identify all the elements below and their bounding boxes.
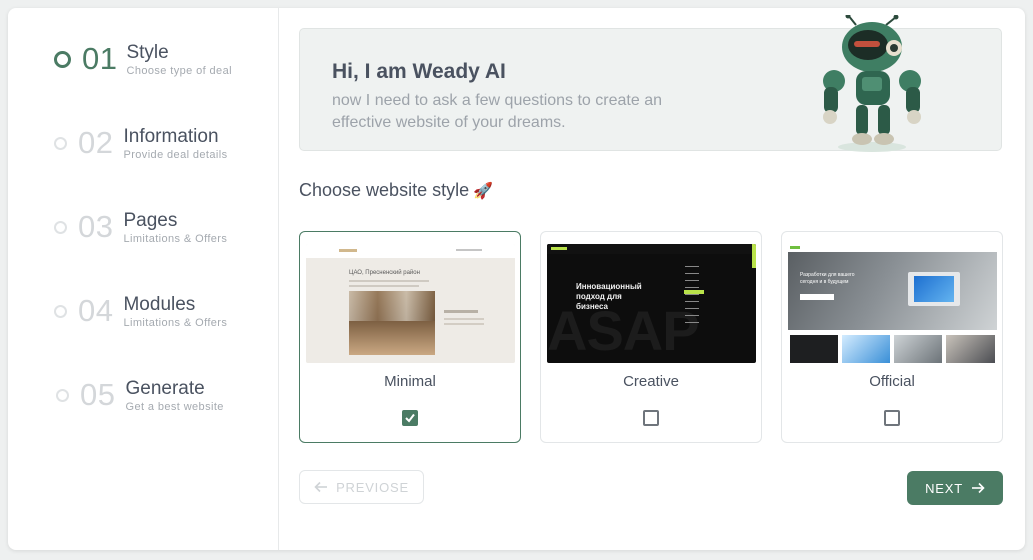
step-indicator-icon xyxy=(56,388,69,402)
official-preview-image: Разработки для вашего сегодня и в будуще… xyxy=(788,244,997,363)
arrow-right-icon xyxy=(971,482,985,494)
step-title: Information xyxy=(123,125,219,147)
steps-sidebar: 01 Style Choose type of deal 02 Informat… xyxy=(8,8,279,550)
step-subtitle: Choose type of deal xyxy=(126,64,232,77)
choose-style-heading: Choose website style 🚀 xyxy=(299,180,493,201)
step-subtitle: Provide deal details xyxy=(123,148,228,161)
next-button[interactable]: NEXT xyxy=(907,471,1003,505)
arrow-left-icon xyxy=(314,481,328,493)
step-title: Style xyxy=(126,41,169,63)
step-number: 03 xyxy=(78,209,114,244)
ai-greeting-banner: Hi, I am Weady AI now I need to ask a fe… xyxy=(299,15,1002,152)
step-number: 01 xyxy=(82,41,118,76)
step-number: 02 xyxy=(78,125,114,160)
minimal-checkbox[interactable] xyxy=(402,410,418,426)
style-label: Creative xyxy=(623,373,679,390)
style-card-minimal[interactable]: ЦАО, Пресненский район Minimal xyxy=(299,231,521,443)
choose-style-text: Choose website style xyxy=(299,180,470,200)
style-card-official[interactable]: Разработки для вашего сегодня и в будуще… xyxy=(781,231,1003,443)
greeting-title: Hi, I am Weady AI xyxy=(332,60,506,83)
official-checkbox[interactable] xyxy=(884,410,900,426)
step-information[interactable]: 02 Information Provide deal details xyxy=(54,125,228,161)
step-subtitle: Limitations & Offers xyxy=(123,316,228,329)
robot-illustration xyxy=(823,15,921,152)
step-modules[interactable]: 04 Modules Limitations & Offers xyxy=(54,293,227,329)
greeting-subtitle: now I need to ask a few questions to cre… xyxy=(332,92,662,131)
step-number: 05 xyxy=(80,377,116,412)
step-title: Modules xyxy=(123,293,196,315)
creative-checkbox[interactable] xyxy=(643,410,659,426)
step-title: Pages xyxy=(123,209,178,231)
creative-preview-heading: Инновационный подход для бизнеса xyxy=(576,282,642,311)
wizard-card: 01 Style Choose type of deal 02 Informat… xyxy=(8,8,1025,550)
next-button-label: NEXT xyxy=(925,480,963,496)
creative-preview-image: ASAP Инновационный подход для бизнеса xyxy=(547,244,756,363)
check-icon xyxy=(405,413,415,423)
minimal-preview-image: ЦАО, Пресненский район xyxy=(306,244,515,363)
style-label: Minimal xyxy=(384,373,436,390)
style-label: Official xyxy=(869,373,915,390)
step-subtitle: Limitations & Offers xyxy=(123,232,228,245)
step-indicator-icon xyxy=(54,220,67,234)
main-content: Hi, I am Weady AI now I need to ask a fe… xyxy=(279,8,1025,550)
minimal-preview-heading: ЦАО, Пресненский район xyxy=(349,270,420,276)
step-style[interactable]: 01 Style Choose type of deal xyxy=(54,41,232,77)
step-indicator-icon xyxy=(54,136,67,150)
step-pages[interactable]: 03 Pages Limitations & Offers xyxy=(54,209,227,245)
previous-button[interactable]: PREVIOSE xyxy=(299,470,424,504)
step-number: 04 xyxy=(78,293,114,328)
step-subtitle: Get a best website xyxy=(125,400,224,413)
step-title: Generate xyxy=(125,377,205,399)
style-card-creative[interactable]: ASAP Инновационный подход для бизнеса Cr… xyxy=(540,231,762,443)
step-generate[interactable]: 05 Generate Get a best website xyxy=(56,377,224,413)
previous-button-label: PREVIOSE xyxy=(336,479,409,495)
step-indicator-icon xyxy=(54,50,71,68)
rocket-icon: 🚀 xyxy=(473,183,494,200)
step-indicator-icon xyxy=(54,304,67,318)
official-preview-heading: Разработки для вашего сегодня и в будуще… xyxy=(800,272,855,285)
